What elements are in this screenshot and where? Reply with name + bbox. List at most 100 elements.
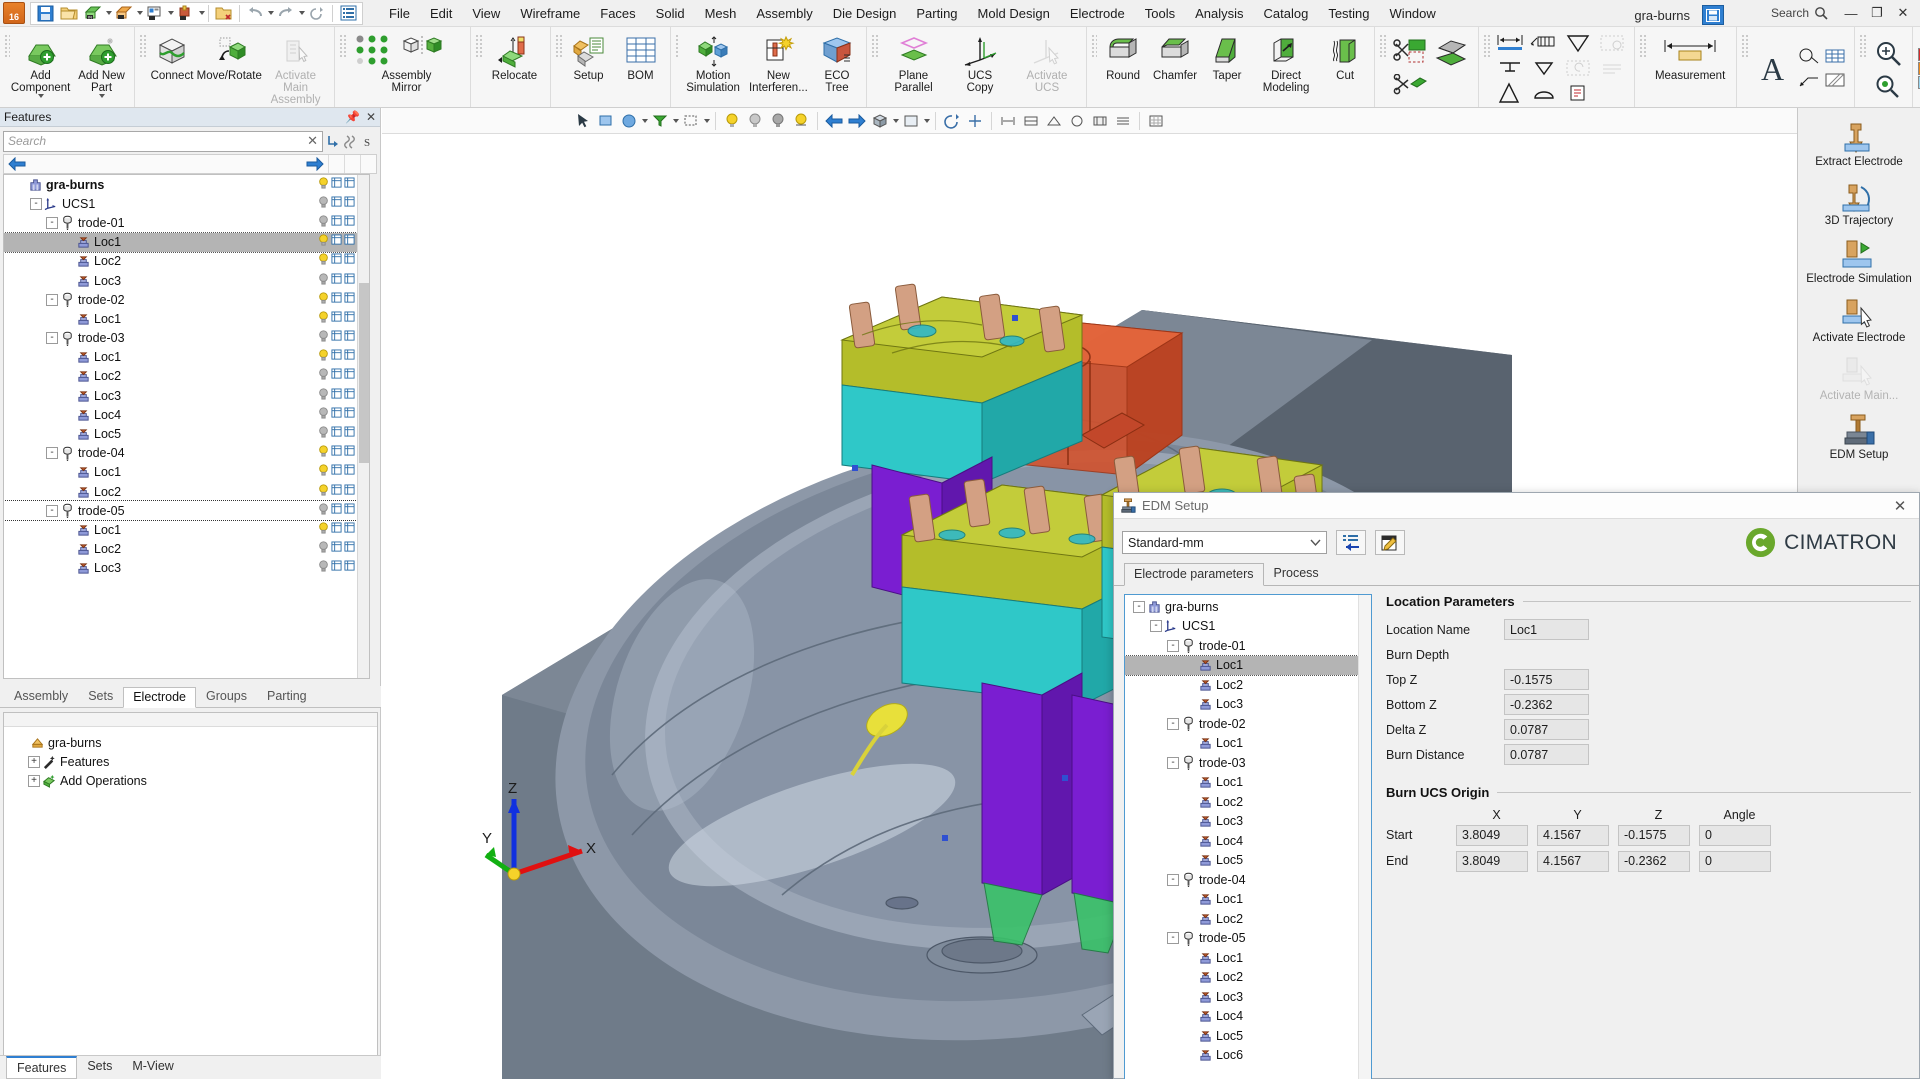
measure-f-icon[interactable] <box>1112 110 1134 132</box>
tree-expander[interactable]: - <box>46 216 58 229</box>
group-grip[interactable] <box>337 33 347 59</box>
param-input-location-name[interactable]: Loc1 <box>1504 619 1589 640</box>
tree-item[interactable]: - UCS1 <box>4 194 357 213</box>
chevron-down-icon[interactable] <box>199 11 205 15</box>
tree-item[interactable]: Loc1 <box>4 348 357 367</box>
dialog-titlebar[interactable]: EDM Setup ✕ <box>1114 493 1919 519</box>
standard-select[interactable]: Standard-mm <box>1122 531 1327 554</box>
ucs-cell[interactable]: 4.1567 <box>1537 850 1609 872</box>
save-state-icon[interactable] <box>1702 5 1724 25</box>
chamfer-button[interactable]: Chamfer <box>1149 29 1201 107</box>
panel-tab-assembly[interactable]: Assembly <box>4 686 78 707</box>
menu-item-faces[interactable]: Faces <box>590 2 645 25</box>
tree-attr2-icon[interactable] <box>344 234 355 250</box>
activate-main-button[interactable]: Activate Main... <box>1803 348 1915 407</box>
tree-attr1-icon[interactable] <box>331 464 342 480</box>
menu-item-solid[interactable]: Solid <box>646 2 695 25</box>
search-input[interactable]: Search <box>1771 6 1828 20</box>
import-part-icon[interactable] <box>174 3 198 24</box>
bottom-tab-sets[interactable]: Sets <box>77 1056 122 1076</box>
dialog-tab-electrode-parameters[interactable]: Electrode parameters <box>1124 563 1264 586</box>
scroll-thumb[interactable] <box>359 283 369 463</box>
tree-expander[interactable]: - <box>46 447 58 460</box>
rectangle-select-icon[interactable] <box>680 110 702 132</box>
visibility-bulb-icon[interactable] <box>318 560 329 576</box>
dialog-close-button[interactable]: ✕ <box>1887 495 1913 517</box>
visibility-bulb-icon[interactable] <box>318 503 329 519</box>
dialog-tree-item[interactable]: - trode-01 <box>1125 636 1358 656</box>
undo-icon[interactable] <box>243 3 267 24</box>
tree-attr1-icon[interactable] <box>331 177 342 193</box>
visibility-bulb-icon[interactable] <box>318 426 329 442</box>
tree-attr2-icon[interactable] <box>344 445 355 461</box>
tree-attr1-icon[interactable] <box>331 503 342 519</box>
measurement-button[interactable]: Measurement <box>1647 29 1733 107</box>
electrode-tree-item[interactable]: + Features <box>4 752 377 771</box>
arrow-right-icon[interactable] <box>846 110 868 132</box>
col-header-3[interactable] <box>360 155 376 173</box>
tree-attr2-icon[interactable] <box>344 349 355 365</box>
table-icon[interactable] <box>1822 44 1848 68</box>
tree-item[interactable]: Loc1 <box>4 520 357 539</box>
menu-item-testing[interactable]: Testing <box>1318 2 1379 25</box>
rotate-icon[interactable] <box>941 110 963 132</box>
group-grip[interactable] <box>1378 33 1388 59</box>
panel-tab-parting[interactable]: Parting <box>257 686 317 707</box>
pan-icon[interactable] <box>964 110 986 132</box>
menu-item-die-design[interactable]: Die Design <box>823 2 907 25</box>
list-icon[interactable] <box>336 3 360 24</box>
surface-finish-icon[interactable] <box>1527 31 1561 55</box>
visibility-bulb-icon[interactable] <box>318 234 329 250</box>
group-grip[interactable] <box>1482 33 1492 59</box>
bulb-on-icon[interactable] <box>721 110 743 132</box>
bottom-tab-m-view[interactable]: M-View <box>122 1056 183 1076</box>
dialog-tree-item[interactable]: - UCS1 <box>1125 617 1358 637</box>
dialog-tree-item[interactable]: Loc3 <box>1125 987 1358 1007</box>
tree-attr2-icon[interactable] <box>344 368 355 384</box>
3d-trajectory-button[interactable]: 3D Trajectory <box>1803 173 1915 232</box>
tree-attr2-icon[interactable] <box>344 426 355 442</box>
menu-item-file[interactable]: File <box>379 2 420 25</box>
balloon-icon[interactable] <box>1796 44 1822 68</box>
visibility-bulb-icon[interactable] <box>318 388 329 404</box>
zoom-window-icon[interactable] <box>1870 36 1906 70</box>
tree-attr2-icon[interactable] <box>344 273 355 289</box>
dialog-tree-item[interactable]: Loc4 <box>1125 831 1358 851</box>
maximize-button[interactable]: ❐ <box>1864 2 1890 24</box>
dialog-tree-item[interactable]: Loc3 <box>1125 812 1358 832</box>
group-grip[interactable] <box>673 33 681 59</box>
tree-item[interactable]: - trode-01 <box>4 213 357 232</box>
tree-item[interactable]: Loc3 <box>4 271 357 290</box>
menu-item-window[interactable]: Window <box>1380 2 1446 25</box>
ucs-cell[interactable]: 3.8049 <box>1456 824 1528 846</box>
tree-attr1-icon[interactable] <box>331 253 342 269</box>
electrode-tree-item[interactable]: + Add Operations <box>4 771 377 790</box>
ucs-cell[interactable]: 3.8049 <box>1456 850 1528 872</box>
group-grip[interactable] <box>138 33 146 59</box>
visibility-bulb-icon[interactable] <box>318 368 329 384</box>
trim-scissors-icon[interactable] <box>1391 37 1431 73</box>
electrode-panel[interactable]: gra-burns + Features + Add Operations <box>3 712 378 1079</box>
menu-item-wireframe[interactable]: Wireframe <box>510 2 590 25</box>
tree-item[interactable]: Loc2 <box>4 482 357 501</box>
tree-item[interactable]: - trode-04 <box>4 444 357 463</box>
dialog-tab-process[interactable]: Process <box>1264 562 1329 585</box>
tree-expander[interactable]: - <box>1133 600 1145 613</box>
measure-d-icon[interactable] <box>1066 110 1088 132</box>
chevron-down-icon[interactable] <box>704 118 710 123</box>
tree-attr1-icon[interactable] <box>331 292 342 308</box>
ucs-copy-button[interactable]: UCS Copy <box>949 29 1011 107</box>
ucs-cell[interactable]: 0 <box>1699 824 1771 846</box>
dialog-tree-item[interactable]: - gra-burns <box>1125 597 1358 617</box>
group-grip[interactable] <box>3 33 10 59</box>
activate-electrode-button[interactable]: Activate Electrode <box>1803 290 1915 349</box>
refresh-icon[interactable] <box>305 3 329 24</box>
tree-attr1-icon[interactable] <box>331 541 342 557</box>
move-rotate-button[interactable]: Move/Rotate <box>197 29 262 107</box>
tree-attr1-icon[interactable] <box>331 368 342 384</box>
view-cube-icon[interactable] <box>869 110 891 132</box>
bom-button[interactable]: BOM <box>615 29 667 107</box>
search-down-icon[interactable] <box>323 131 341 151</box>
tree-item[interactable]: Loc3 <box>4 386 357 405</box>
plane-parallel-button[interactable]: Plane Parallel <box>878 29 949 107</box>
